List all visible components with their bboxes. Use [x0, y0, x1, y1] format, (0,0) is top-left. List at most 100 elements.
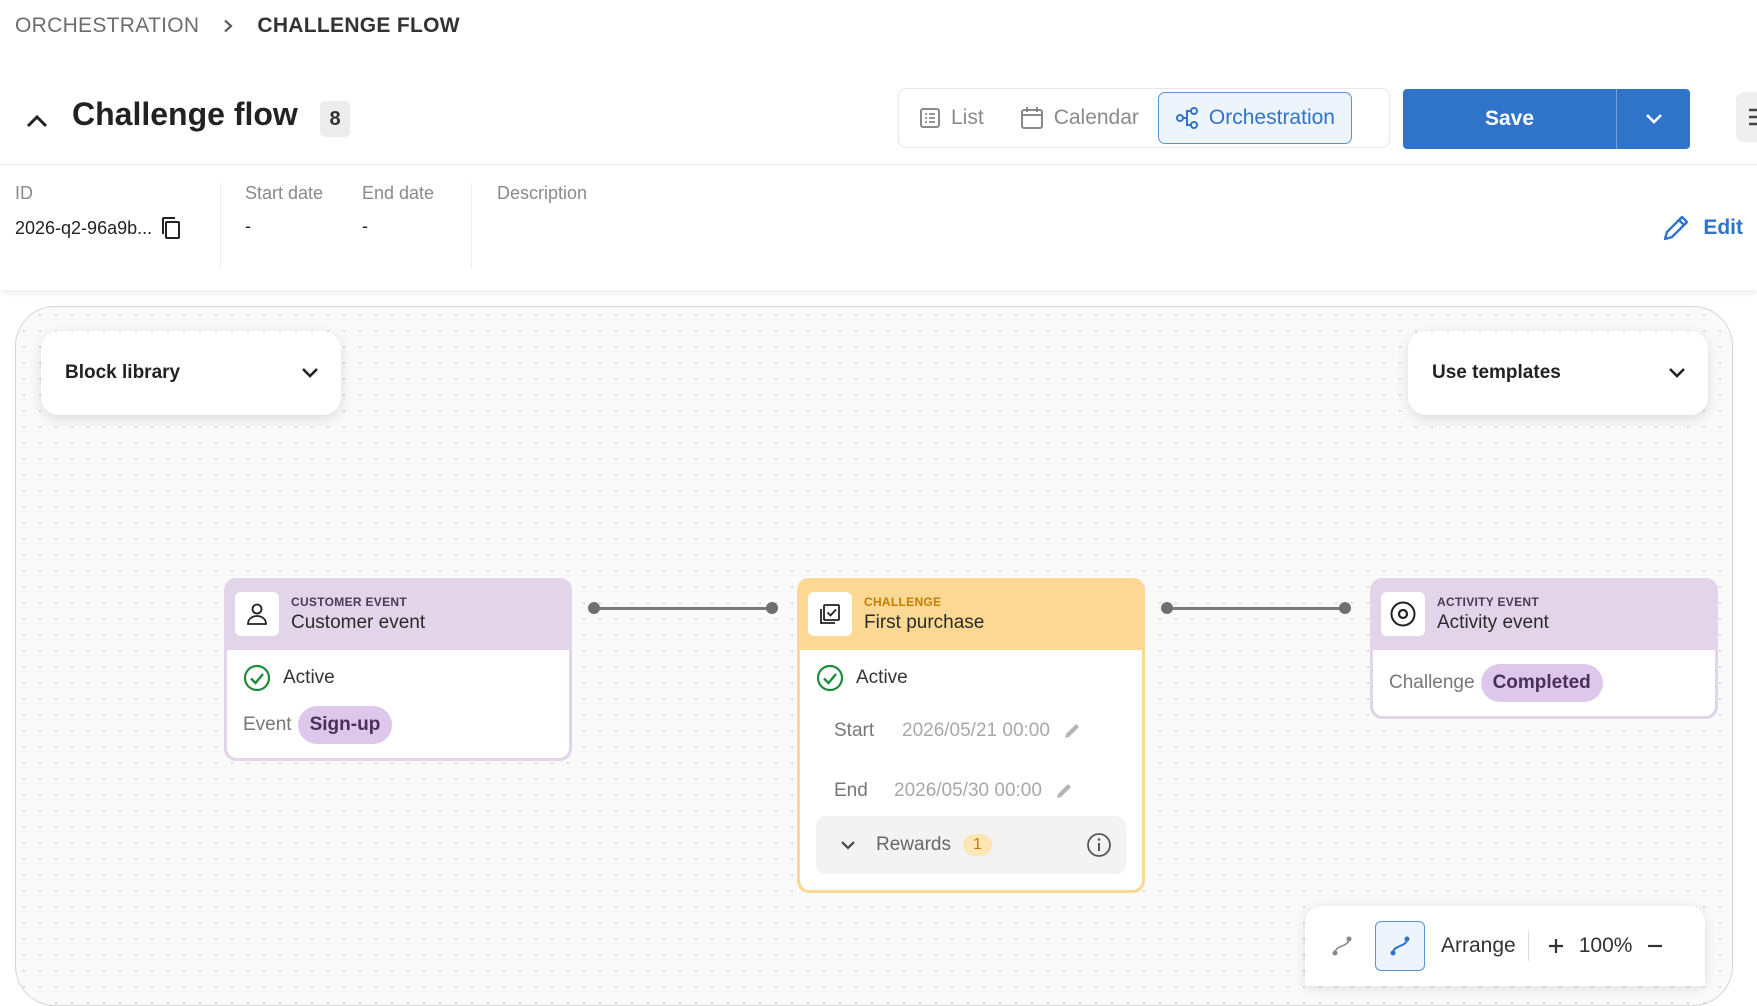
use-templates-label: Use templates — [1432, 362, 1561, 383]
node-body: Active Event Sign-up — [227, 650, 569, 758]
block-library-label: Block library — [65, 362, 181, 383]
status-text: Active — [856, 667, 908, 688]
zoom-in-button[interactable] — [1541, 921, 1571, 971]
connector-handle[interactable] — [588, 602, 600, 614]
chevron-down-icon — [1669, 368, 1685, 378]
pencil-icon[interactable] — [1054, 781, 1074, 801]
pencil-icon — [1664, 215, 1689, 241]
node-name: Activity event — [1437, 611, 1549, 633]
node-kind: CHALLENGE — [864, 594, 942, 609]
pencil-icon[interactable] — [1062, 721, 1082, 741]
event-row: Event Sign-up — [243, 706, 553, 744]
event-pill[interactable]: Sign-up — [297, 706, 393, 744]
challenge-node[interactable]: CHALLENGE First purchase Active Start 20… — [797, 578, 1145, 893]
save-button[interactable]: Save — [1403, 89, 1617, 149]
breadcrumb: ORCHESTRATION CHALLENGE FLOW — [15, 14, 460, 38]
status-text: Active — [283, 667, 335, 688]
status-row: Active — [243, 664, 553, 692]
view-list-button[interactable]: List — [902, 92, 1001, 144]
connector-curve-icon — [1390, 936, 1410, 956]
end-row: End 2026/05/30 00:00 — [816, 780, 1126, 802]
collapse-button[interactable] — [22, 106, 52, 136]
breadcrumb-orchestration[interactable]: ORCHESTRATION — [15, 14, 199, 38]
canvas-toolbar: Arrange 100% — [1305, 906, 1705, 986]
connector-handle[interactable] — [1339, 602, 1351, 614]
connector-straight-button[interactable] — [1317, 921, 1367, 971]
start-label: Start — [834, 720, 875, 741]
end-date-field: End date - — [362, 183, 434, 237]
end-date-value: - — [362, 216, 368, 236]
end-value: 2026/05/30 00:00 — [894, 780, 1042, 801]
check-circle-icon — [243, 664, 271, 692]
challenge-label: Challenge — [1389, 672, 1475, 693]
connector-line[interactable] — [588, 602, 778, 614]
start-date-field: Start date - — [245, 183, 323, 237]
challenge-status-row: Challenge Completed — [1389, 664, 1699, 702]
node-body: Active Start 2026/05/21 00:00 End 2026/0… — [800, 650, 1142, 890]
info-icon[interactable] — [1086, 832, 1112, 858]
hamburger-icon — [1749, 108, 1757, 126]
use-templates-dropdown[interactable]: Use templates — [1408, 331, 1708, 415]
target-icon — [1381, 592, 1425, 636]
edit-button[interactable]: Edit — [1661, 213, 1743, 243]
view-list-label: List — [951, 106, 984, 129]
challenge-icon — [808, 592, 852, 636]
flow-icon — [1175, 107, 1198, 129]
details-strip: ID 2026-q2-96a9b... Start date - End dat… — [0, 164, 1757, 290]
rewards-label: Rewards — [876, 834, 951, 855]
zoom-level: 100% — [1578, 934, 1633, 957]
menu-button[interactable] — [1736, 92, 1757, 142]
node-kind: ACTIVITY EVENT — [1437, 594, 1539, 609]
calendar-icon — [1020, 107, 1043, 129]
connector-stroke — [1167, 607, 1345, 610]
plus-icon — [1548, 939, 1563, 953]
challenge-status-pill[interactable]: Completed — [1480, 664, 1603, 702]
minus-icon — [1648, 944, 1663, 948]
rewards-section[interactable]: Rewards 1 — [816, 816, 1126, 874]
orchestration-canvas[interactable]: Block library Use templates CUSTOMER EVE… — [15, 306, 1733, 1006]
start-row: Start 2026/05/21 00:00 — [816, 720, 1126, 742]
zoom-out-button[interactable] — [1640, 921, 1670, 971]
copy-icon[interactable] — [160, 216, 182, 240]
connector-handle[interactable] — [766, 602, 778, 614]
customer-event-node[interactable]: CUSTOMER EVENT Customer event Active Eve… — [224, 578, 572, 761]
id-value: 2026-q2-96a9b... — [15, 217, 153, 238]
node-kind: CUSTOMER EVENT — [291, 594, 407, 609]
count-badge: 8 — [320, 101, 350, 137]
page-header: Challenge flow 8 List Calendar Orchestra… — [0, 82, 1757, 162]
view-calendar-button[interactable]: Calendar — [1003, 92, 1156, 144]
list-icon — [920, 108, 940, 128]
start-date-value: - — [245, 216, 251, 236]
node-name: First purchase — [864, 611, 985, 633]
id-label: ID — [15, 183, 33, 203]
connector-line[interactable] — [1161, 602, 1351, 614]
node-header: CUSTOMER EVENT Customer event — [224, 578, 572, 650]
view-orchestration-button[interactable]: Orchestration — [1157, 92, 1352, 144]
id-field: ID 2026-q2-96a9b... — [15, 183, 182, 240]
divider — [471, 183, 472, 269]
chevron-up-icon — [26, 114, 48, 128]
arrange-button[interactable]: Arrange — [1441, 934, 1516, 958]
edit-label: Edit — [1703, 216, 1743, 239]
activity-event-node[interactable]: ACTIVITY EVENT Activity event Challenge … — [1370, 578, 1718, 719]
save-button-group: Save — [1403, 89, 1690, 149]
check-circle-icon — [816, 664, 844, 692]
breadcrumb-current: CHALLENGE FLOW — [257, 14, 460, 37]
chevron-right-icon — [221, 19, 235, 33]
chevron-down-icon — [1645, 114, 1662, 124]
connector-curved-button[interactable] — [1375, 921, 1425, 971]
node-name: Customer event — [291, 611, 426, 633]
block-library-dropdown[interactable]: Block library — [41, 331, 341, 415]
divider — [1527, 931, 1529, 961]
connector-stroke — [594, 607, 772, 610]
event-label: Event — [243, 714, 292, 735]
chevron-down-icon — [841, 841, 855, 850]
connector-handle[interactable] — [1161, 602, 1173, 614]
view-calendar-label: Calendar — [1053, 106, 1139, 129]
divider — [220, 183, 221, 269]
node-header: CHALLENGE First purchase — [797, 578, 1145, 650]
view-orchestration-label: Orchestration — [1208, 106, 1335, 129]
save-options-button[interactable] — [1617, 89, 1690, 149]
person-icon — [235, 592, 279, 636]
rewards-count-badge: 1 — [962, 834, 992, 856]
